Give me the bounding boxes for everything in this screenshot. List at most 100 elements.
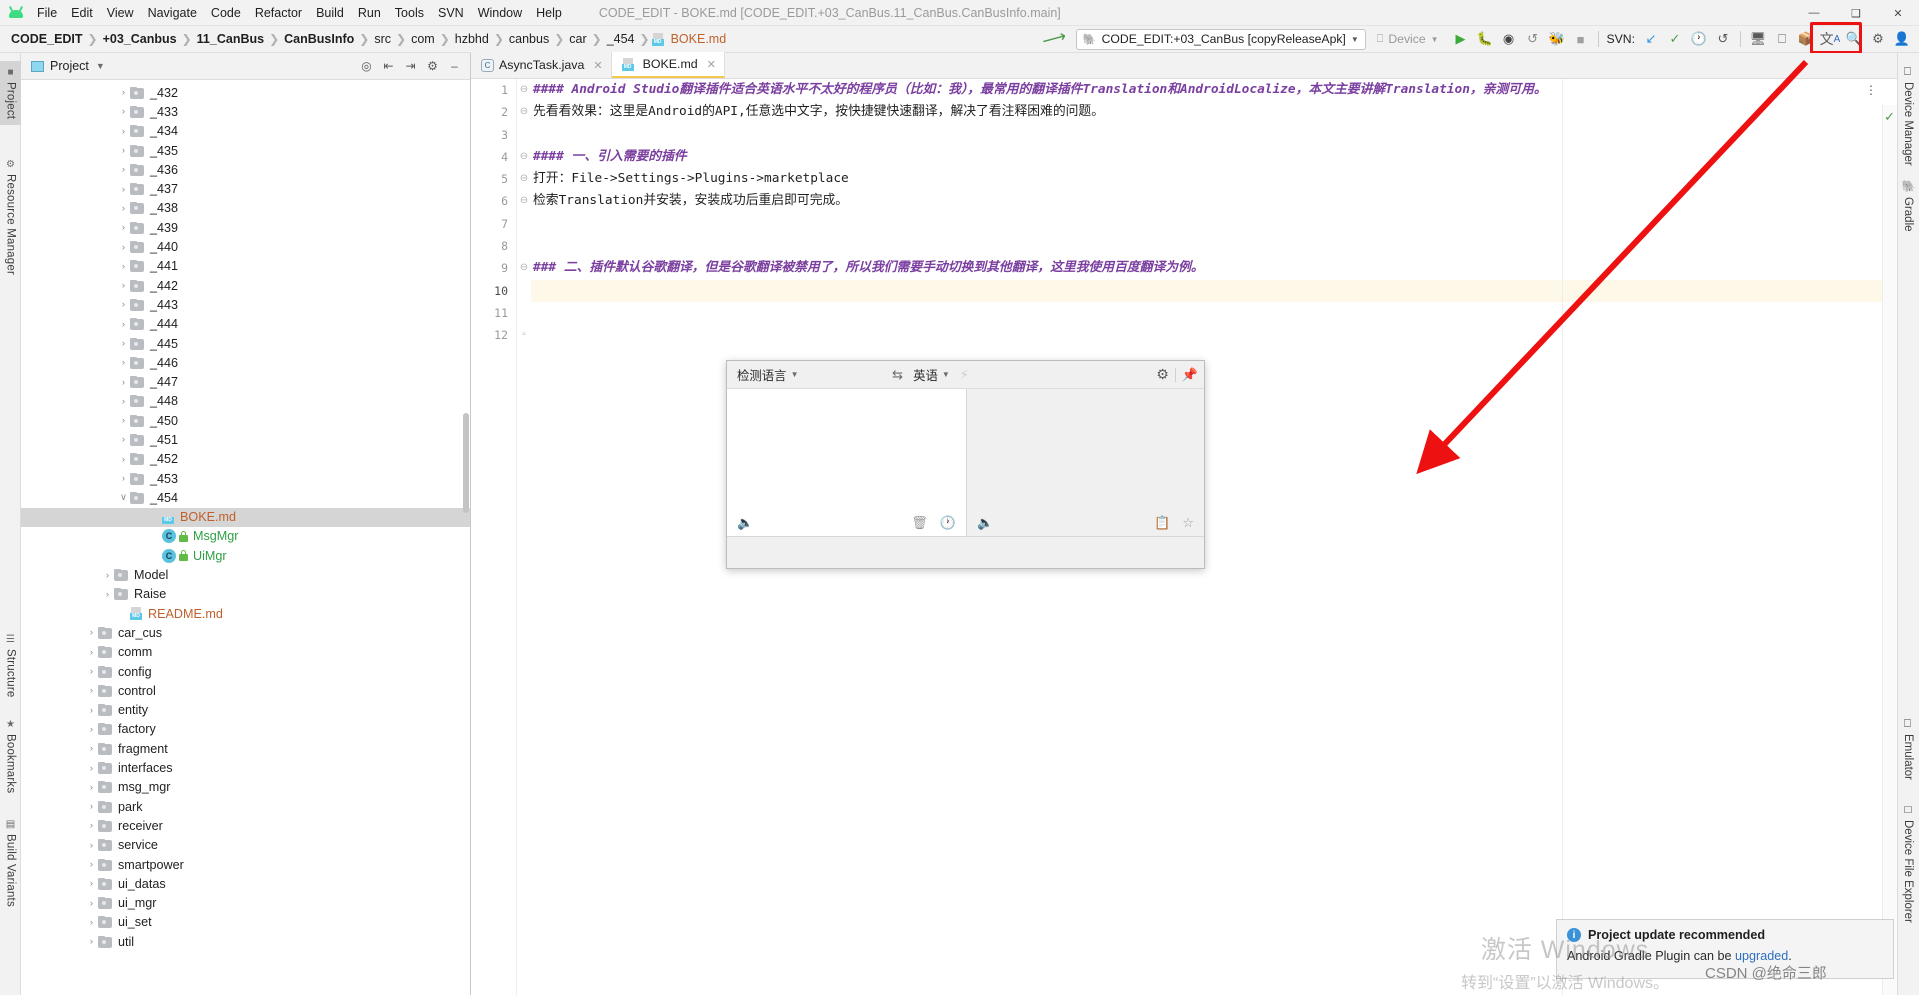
chevron-right-icon[interactable]: › [117, 473, 130, 484]
profiler-icon[interactable]: ↺ [1522, 28, 1544, 50]
menu-view[interactable]: View [100, 3, 141, 23]
chevron-right-icon[interactable]: › [117, 415, 130, 426]
menu-navigate[interactable]: Navigate [141, 3, 204, 23]
editor-tab-boke-md[interactable]: MD BOKE.md ✕ [611, 52, 725, 78]
chevron-right-icon[interactable]: › [85, 763, 98, 774]
tree-row-factory[interactable]: › factory [21, 720, 470, 739]
locate-icon[interactable]: ◎ [357, 57, 376, 76]
sidebar-item-device-manager[interactable]: ⎕ Device Manager [1897, 61, 1919, 172]
tree-row--445[interactable]: › _445 [21, 334, 470, 353]
target-text-pane[interactable]: 🔈 📋 ☆ [967, 389, 1204, 536]
account-icon[interactable]: 👤 [1891, 28, 1913, 50]
svn-commit-icon[interactable]: ✓ [1664, 28, 1686, 50]
chevron-right-icon[interactable]: › [85, 820, 98, 831]
tree-row--443[interactable]: › _443 [21, 295, 470, 314]
settings-icon[interactable]: ⚙ [423, 57, 442, 76]
tree-row-readme-md[interactable]: MD README.md [21, 604, 470, 623]
breadcrumb-item-6[interactable]: hzbhd [452, 31, 492, 47]
editor-line[interactable] [531, 279, 1897, 302]
tree-row--440[interactable]: › _440 [21, 237, 470, 256]
menu-refactor[interactable]: Refactor [248, 3, 309, 23]
sidebar-item-resource-manager[interactable]: ⚙ Resource Manager [0, 153, 21, 281]
attach-debugger-icon[interactable]: 🐝 [1546, 28, 1568, 50]
chevron-right-icon[interactable]: › [85, 801, 98, 812]
breadcrumb-item-5[interactable]: com [408, 31, 438, 47]
gear-icon[interactable]: ⚙ [1156, 366, 1169, 383]
sidebar-item-bookmarks[interactable]: ★ Bookmarks [0, 713, 21, 800]
chevron-right-icon[interactable]: › [85, 685, 98, 696]
breadcrumb-item-1[interactable]: +03_Canbus [100, 31, 180, 47]
chevron-right-icon[interactable]: › [117, 280, 130, 291]
chevron-right-icon[interactable]: › [85, 647, 98, 658]
tree-row--450[interactable]: › _450 [21, 411, 470, 430]
chevron-right-icon[interactable]: › [117, 338, 130, 349]
history-icon[interactable]: 🕐 [940, 515, 956, 531]
tree-row--435[interactable]: › _435 [21, 141, 470, 160]
tree-row--434[interactable]: › _434 [21, 122, 470, 141]
maximize-button[interactable]: ❑ [1835, 0, 1877, 26]
tree-row-ui-datas[interactable]: › ui_datas [21, 874, 470, 893]
hide-icon[interactable]: – [445, 57, 464, 76]
tree-row-raise[interactable]: › Raise [21, 585, 470, 604]
chevron-right-icon[interactable]: › [85, 859, 98, 870]
chevron-right-icon[interactable]: › [117, 261, 130, 272]
chevron-right-icon[interactable]: › [117, 87, 130, 98]
chevron-right-icon[interactable]: › [117, 164, 130, 175]
speaker-icon[interactable]: 🔈 [977, 515, 993, 531]
tree-row--448[interactable]: › _448 [21, 392, 470, 411]
pin-icon[interactable]: 📌 [1182, 367, 1198, 383]
notification-balloon[interactable]: i Project update recommended Android Gra… [1556, 919, 1894, 979]
chevron-right-icon[interactable]: › [117, 242, 130, 253]
tree-row-receiver[interactable]: › receiver [21, 816, 470, 835]
swap-languages-icon[interactable]: ⇆ [892, 367, 903, 383]
project-tree-scrollbar[interactable] [463, 413, 469, 513]
chevron-right-icon[interactable]: › [101, 570, 114, 581]
source-text[interactable] [727, 389, 966, 449]
tree-row-park[interactable]: › park [21, 797, 470, 816]
tree-row-config[interactable]: › config [21, 662, 470, 681]
chevron-right-icon[interactable]: › [85, 936, 98, 947]
fold-marker[interactable]: ⊖ [517, 146, 531, 168]
chevron-right-icon[interactable]: › [85, 840, 98, 851]
tree-row-msg-mgr[interactable]: › msg_mgr [21, 778, 470, 797]
close-button[interactable]: ✕ [1877, 0, 1919, 26]
editor-line[interactable]: 检索Translation并安装，安装成功后重启即可完成。 [531, 190, 1897, 212]
chevron-right-icon[interactable]: › [85, 782, 98, 793]
breadcrumb-item-2[interactable]: 11_CanBus [194, 31, 267, 47]
menu-help[interactable]: Help [529, 3, 569, 23]
fold-marker[interactable]: ⊖ [517, 190, 531, 212]
tree-row-comm[interactable]: › comm [21, 643, 470, 662]
chevron-right-icon[interactable]: › [85, 724, 98, 735]
chevron-right-icon[interactable]: › [117, 396, 130, 407]
tree-row--453[interactable]: › _453 [21, 469, 470, 488]
menu-tools[interactable]: Tools [388, 3, 431, 23]
editor-line[interactable]: 打开：File->Settings->Plugins->marketplace [531, 168, 1897, 190]
source-text-pane[interactable]: 🔈 🗑 🕐 [727, 389, 967, 536]
editor-options-icon[interactable]: ⋮ [1865, 83, 1877, 97]
tree-row--444[interactable]: › _444 [21, 315, 470, 334]
chevron-right-icon[interactable]: › [117, 377, 130, 388]
fold-marker[interactable]: ⊖ [517, 257, 531, 279]
chevron-down-icon[interactable]: ∨ [117, 492, 130, 503]
minimize-button[interactable]: — [1793, 0, 1835, 26]
tree-row-util[interactable]: › util [21, 932, 470, 951]
tree-row--441[interactable]: › _441 [21, 257, 470, 276]
tree-row-ui-mgr[interactable]: › ui_mgr [21, 893, 470, 912]
tree-row--452[interactable]: › _452 [21, 450, 470, 469]
chevron-right-icon[interactable]: › [85, 705, 98, 716]
tree-row--439[interactable]: › _439 [21, 218, 470, 237]
tree-row--446[interactable]: › _446 [21, 353, 470, 372]
menu-run[interactable]: Run [351, 3, 388, 23]
target-language-selector[interactable]: 英语 ▼ [913, 366, 950, 384]
tree-row--438[interactable]: › _438 [21, 199, 470, 218]
tree-row-msgmgr[interactable]: C MsgMgr [21, 527, 470, 546]
tree-row-service[interactable]: › service [21, 836, 470, 855]
chevron-right-icon[interactable]: › [85, 917, 98, 928]
chevron-right-icon[interactable]: › [117, 184, 130, 195]
sdk-manager-icon[interactable]: ⎕ [1771, 28, 1793, 50]
menu-code[interactable]: Code [204, 3, 248, 23]
breadcrumb-item-9[interactable]: _454 [604, 31, 638, 47]
breadcrumb-item-8[interactable]: car [566, 31, 589, 47]
layout-inspector-icon[interactable]: 📦 [1795, 28, 1817, 50]
tree-row-smartpower[interactable]: › smartpower [21, 855, 470, 874]
